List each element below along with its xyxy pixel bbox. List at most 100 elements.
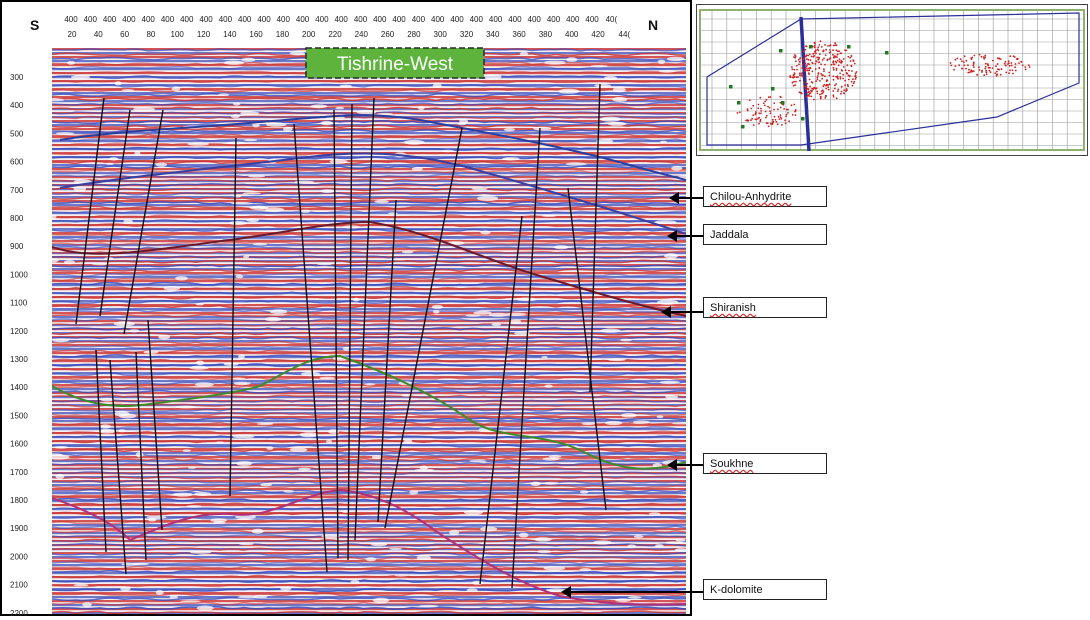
map-point xyxy=(805,95,808,98)
map-point xyxy=(998,68,1000,71)
map-point xyxy=(773,115,776,118)
map-point xyxy=(988,69,991,72)
map-point xyxy=(789,75,792,77)
map-point xyxy=(804,81,806,84)
map-point xyxy=(794,109,797,111)
map-point xyxy=(1010,64,1013,67)
map-point xyxy=(794,84,797,86)
map-point xyxy=(803,50,805,53)
map-point xyxy=(818,67,821,70)
map-point xyxy=(820,63,822,66)
top-tick-label: 220 xyxy=(328,30,342,39)
map-point xyxy=(769,112,772,115)
map-point xyxy=(807,91,810,94)
map-point xyxy=(793,80,795,83)
map-point xyxy=(760,110,762,112)
map-point xyxy=(976,74,979,76)
top-tick-label: 340 xyxy=(486,30,500,39)
top-tick-label: 400 xyxy=(64,15,78,24)
map-point xyxy=(844,69,847,72)
map-point xyxy=(816,90,818,93)
map-point xyxy=(771,118,774,121)
map-point xyxy=(853,80,856,83)
map-point xyxy=(828,71,831,74)
callout-jaddala: Jaddala xyxy=(667,224,1080,264)
map-point xyxy=(828,51,831,54)
map-point xyxy=(850,80,853,83)
map-point xyxy=(828,74,831,77)
map-point xyxy=(804,68,806,71)
map-point xyxy=(807,54,810,57)
map-point xyxy=(772,120,775,123)
map-point xyxy=(807,87,809,90)
top-tick-label: 400 xyxy=(142,15,156,24)
depth-tick-label: 1900 xyxy=(10,524,28,533)
map-point xyxy=(804,45,807,48)
map-point xyxy=(851,84,854,87)
north-label: N xyxy=(648,17,658,33)
map-point xyxy=(840,90,843,93)
depth-tick-label: 500 xyxy=(10,129,24,138)
map-point xyxy=(817,46,820,49)
callout-soukhne: Soukhne xyxy=(667,453,1080,493)
map-point xyxy=(793,103,796,106)
map-point xyxy=(1004,60,1007,63)
top-tick-label: 400 xyxy=(528,15,542,24)
map-point xyxy=(1016,58,1019,61)
map-point xyxy=(834,42,837,45)
map-point xyxy=(995,65,997,68)
map-point xyxy=(830,63,833,66)
depth-tick-label: 2200 xyxy=(10,609,28,616)
callout-shiranish: Shiranish xyxy=(661,297,1080,337)
map-point xyxy=(847,55,850,58)
map-point xyxy=(835,83,838,85)
map-point xyxy=(824,44,826,46)
map-point xyxy=(773,108,775,111)
top-tick-label: 400 xyxy=(199,15,213,24)
map-point xyxy=(785,115,787,118)
map-point xyxy=(784,119,786,122)
map-point xyxy=(806,67,808,70)
map-point xyxy=(1011,69,1014,72)
map-point xyxy=(961,67,964,70)
map-point xyxy=(825,48,827,51)
map-point xyxy=(958,64,961,67)
depth-tick-label: 600 xyxy=(10,158,24,167)
depth-tick-label: 2100 xyxy=(10,581,28,590)
map-point xyxy=(832,78,835,81)
map-point xyxy=(991,67,994,69)
map-point xyxy=(786,108,788,111)
callout-k-dolomite: K-dolomite xyxy=(561,579,1080,619)
map-point xyxy=(835,97,838,100)
map-point xyxy=(836,59,839,62)
top-tick-label: 120 xyxy=(197,30,211,39)
map-point xyxy=(852,82,855,85)
map-point xyxy=(849,60,852,62)
map-point xyxy=(825,84,827,87)
map-point xyxy=(959,58,962,60)
south-label: S xyxy=(30,17,39,33)
map-point xyxy=(981,69,983,72)
map-point xyxy=(835,67,838,70)
top-tick-label: 400 xyxy=(566,15,580,24)
map-point xyxy=(965,59,968,62)
map-point xyxy=(791,113,794,116)
map-point xyxy=(832,94,835,97)
map-point xyxy=(826,79,829,82)
map-point xyxy=(999,73,1002,76)
map-point xyxy=(846,83,849,86)
top-tick-label: 140 xyxy=(223,30,237,39)
seismic-section: S N 400 400 400 400 400 400 400 400 400 400 400 400… xyxy=(0,0,692,616)
map-point xyxy=(842,58,845,60)
depth-tick-label: 1300 xyxy=(10,355,28,364)
map-point xyxy=(798,60,801,63)
map-point xyxy=(810,55,813,58)
map-point xyxy=(825,94,827,97)
top-tick-label: 420 xyxy=(591,30,605,39)
map-point xyxy=(757,117,760,120)
map-point xyxy=(992,59,994,62)
top-tick-label: 400 xyxy=(431,15,445,24)
map-point xyxy=(752,124,755,126)
map-point xyxy=(851,70,853,72)
map-point xyxy=(842,77,844,80)
